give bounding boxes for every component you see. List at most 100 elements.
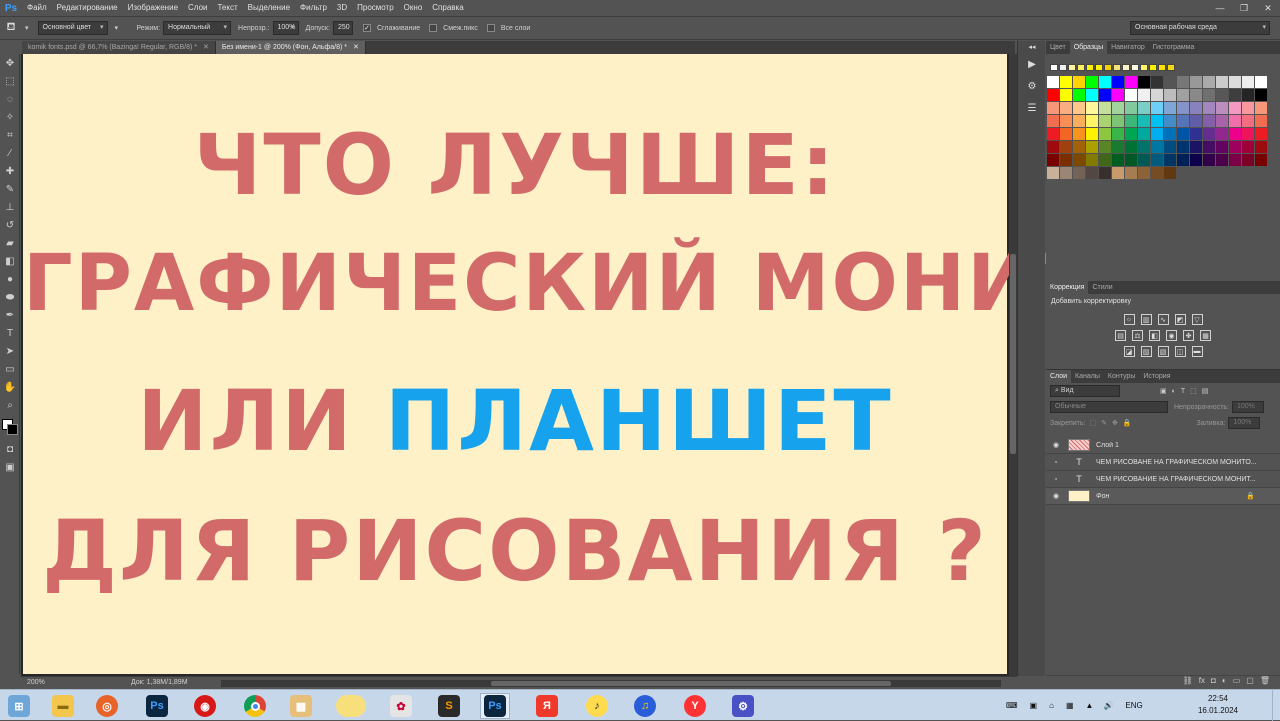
swatch[interactable] xyxy=(1151,154,1163,166)
tray-icon-2[interactable]: ⌂ xyxy=(1049,701,1054,710)
swatch[interactable] xyxy=(1164,115,1176,127)
swatch[interactable] xyxy=(1242,102,1254,114)
swatch[interactable] xyxy=(1060,89,1072,101)
opacity-field[interactable]: 100% xyxy=(272,21,299,35)
swatch[interactable] xyxy=(1190,128,1202,140)
swatch[interactable] xyxy=(1151,167,1163,179)
channel-mixer-icon[interactable]: ✤ xyxy=(1183,330,1194,341)
taskbar-yandex[interactable]: Y xyxy=(680,693,710,719)
show-desktop-button[interactable] xyxy=(1272,690,1280,721)
swatch[interactable] xyxy=(1086,76,1098,88)
swatch[interactable] xyxy=(1242,89,1254,101)
swatch[interactable] xyxy=(1138,141,1150,153)
swatch[interactable] xyxy=(1255,154,1267,166)
layer-row[interactable]: ◉ Слой 1 xyxy=(1046,437,1280,454)
tray-arrow-icon[interactable]: ▲ xyxy=(1086,701,1094,710)
tool-preset-chevron-icon[interactable]: ▾ xyxy=(25,24,29,32)
swatch[interactable] xyxy=(1164,89,1176,101)
clone-stamp-tool-icon[interactable]: ⊥ xyxy=(0,198,20,216)
swatch[interactable] xyxy=(1164,128,1176,140)
color-balance-icon[interactable]: ⚖ xyxy=(1132,330,1143,341)
lasso-tool-icon[interactable]: ◌ xyxy=(0,90,20,108)
swatch[interactable] xyxy=(1086,102,1098,114)
swatch[interactable] xyxy=(1060,76,1072,88)
blend-mode-select[interactable]: Обычные xyxy=(1050,401,1168,413)
quick-mask-icon[interactable]: ◘ xyxy=(0,440,20,458)
swatch[interactable] xyxy=(1047,115,1059,127)
swatch[interactable] xyxy=(1164,167,1176,179)
swatch[interactable] xyxy=(1073,115,1085,127)
move-tool-icon[interactable]: ✥ xyxy=(0,54,20,72)
swatch[interactable] xyxy=(1177,154,1189,166)
black-white-icon[interactable]: ◧ xyxy=(1149,330,1160,341)
swatch[interactable] xyxy=(1112,141,1124,153)
eye-hidden-icon[interactable]: ▫ xyxy=(1050,476,1062,483)
trash-icon[interactable]: 🗑 xyxy=(1260,676,1270,689)
paint-bucket-icon[interactable]: ⛾ xyxy=(0,21,22,35)
swatch[interactable] xyxy=(1242,76,1254,88)
swatch[interactable] xyxy=(1122,64,1130,71)
tray-icon-1[interactable]: ▣ xyxy=(1030,701,1038,710)
swatch[interactable] xyxy=(1216,102,1228,114)
photo-filter-icon[interactable]: ◉ xyxy=(1166,330,1177,341)
minimize-button[interactable]: — xyxy=(1208,0,1232,16)
properties-icon[interactable]: ☰ xyxy=(1018,97,1046,119)
layer-row[interactable]: ◉ Фон 🔒 xyxy=(1046,488,1280,505)
taskbar-chrome[interactable] xyxy=(240,693,270,719)
swatch[interactable] xyxy=(1151,115,1163,127)
swatch[interactable] xyxy=(1138,102,1150,114)
swatch[interactable] xyxy=(1099,89,1111,101)
swatch[interactable] xyxy=(1125,128,1137,140)
pattern-picker[interactable]: ▾ xyxy=(115,24,131,32)
swatch[interactable] xyxy=(1068,64,1076,71)
swatch[interactable] xyxy=(1216,128,1228,140)
swatch[interactable] xyxy=(1177,115,1189,127)
swatch[interactable] xyxy=(1177,141,1189,153)
swatch[interactable] xyxy=(1164,154,1176,166)
eye-hidden-icon[interactable]: ▫ xyxy=(1050,459,1062,466)
swatch[interactable] xyxy=(1203,115,1215,127)
swatch[interactable] xyxy=(1229,102,1241,114)
swatch[interactable] xyxy=(1060,102,1072,114)
swatch[interactable] xyxy=(1164,141,1176,153)
taskbar-paint[interactable]: ✿ xyxy=(386,693,416,719)
swatch[interactable] xyxy=(1060,128,1072,140)
menu-view[interactable]: Просмотр xyxy=(352,0,399,16)
taskbar-headphones[interactable]: ♫ xyxy=(630,693,660,719)
menu-filter[interactable]: Фильтр xyxy=(295,0,332,16)
swatch[interactable] xyxy=(1138,115,1150,127)
swatch[interactable] xyxy=(1229,89,1241,101)
swatch[interactable] xyxy=(1255,76,1267,88)
swatch[interactable] xyxy=(1086,141,1098,153)
tab-history[interactable]: История xyxy=(1139,370,1174,383)
menu-window[interactable]: Окно xyxy=(399,0,428,16)
taskbar-photoshop[interactable]: Ps xyxy=(142,693,172,719)
swatch[interactable] xyxy=(1216,89,1228,101)
swatch[interactable] xyxy=(1190,76,1202,88)
taskbar-settings[interactable]: ⚙ xyxy=(728,693,758,719)
close-button[interactable]: ✕ xyxy=(1256,0,1280,16)
menu-text[interactable]: Текст xyxy=(212,0,242,16)
swatch[interactable] xyxy=(1151,89,1163,101)
filter-icons[interactable]: ▣◐T⬚▤ xyxy=(1160,387,1213,395)
swatch[interactable] xyxy=(1190,154,1202,166)
scroll-thumb[interactable] xyxy=(491,681,891,686)
fill-field[interactable]: 100% xyxy=(1228,417,1261,429)
type-tool-icon[interactable]: T xyxy=(0,324,20,342)
swatch[interactable] xyxy=(1216,76,1228,88)
swatch[interactable] xyxy=(1073,141,1085,153)
swatch[interactable] xyxy=(1255,115,1267,127)
pen-tool-icon[interactable]: ✒ xyxy=(0,306,20,324)
curves-icon[interactable]: ∿ xyxy=(1157,314,1169,325)
swatch[interactable] xyxy=(1203,76,1215,88)
swatch[interactable] xyxy=(1149,64,1157,71)
exposure-icon[interactable]: ◩ xyxy=(1174,314,1186,325)
swatch[interactable] xyxy=(1138,128,1150,140)
eye-icon[interactable]: ◉ xyxy=(1050,492,1062,500)
color-lookup-icon[interactable]: ▦ xyxy=(1200,330,1211,341)
hand-tool-icon[interactable]: ✋ xyxy=(0,378,20,396)
swatch[interactable] xyxy=(1086,115,1098,127)
taskbar-yandex-music[interactable]: ♪ xyxy=(582,693,612,719)
menu-image[interactable]: Изображение xyxy=(123,0,183,16)
brush-tool-icon[interactable]: ✎ xyxy=(0,180,20,198)
